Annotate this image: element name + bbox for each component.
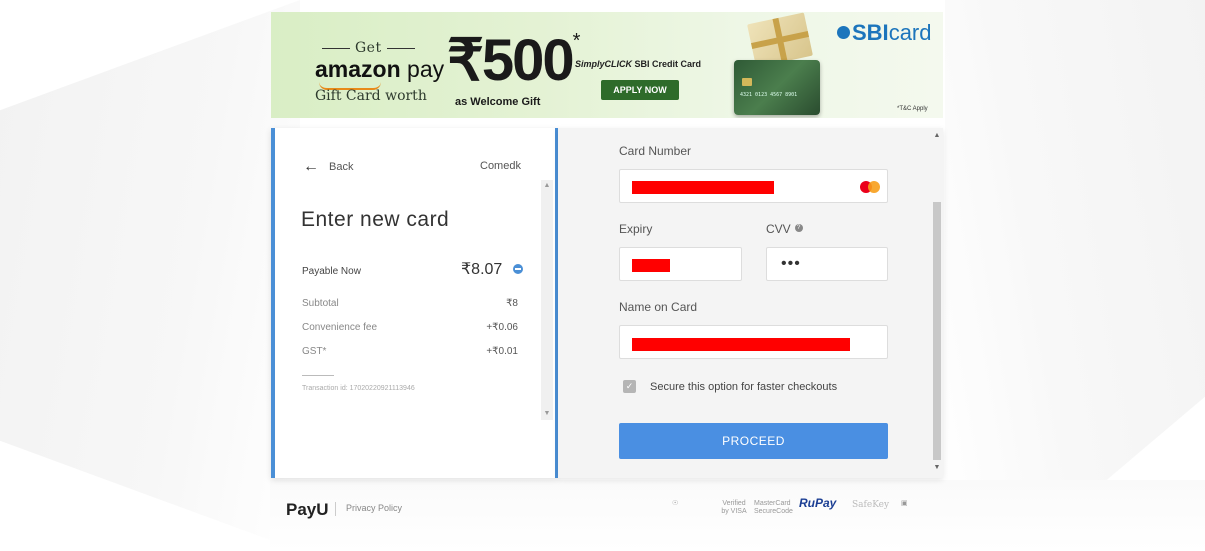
form-scrollbar[interactable]: ▲ ▼ bbox=[931, 132, 943, 474]
scroll-down-icon[interactable]: ▼ bbox=[541, 408, 553, 420]
order-summary-panel: ← Back Comedk Enter new card Payable Now… bbox=[271, 128, 558, 478]
banner-amount-asterisk: * bbox=[572, 30, 581, 52]
redaction-mark bbox=[632, 181, 774, 194]
scroll-up-icon[interactable]: ▲ bbox=[931, 132, 943, 142]
subtotal-value: ₹8 bbox=[506, 298, 518, 309]
cvv-label: CVV bbox=[766, 222, 791, 236]
pay-text: pay bbox=[400, 56, 445, 82]
banner-card-name-italic: SimplyCLICK bbox=[575, 59, 633, 69]
merchant-name: Comedk bbox=[480, 160, 521, 172]
transaction-id: Transaction id: 17020220921113946 bbox=[302, 385, 415, 392]
payu-logo: PayU bbox=[286, 500, 329, 520]
expiry-input[interactable] bbox=[619, 247, 742, 281]
rupay-badge: RuPay bbox=[799, 496, 837, 510]
collapse-details-icon[interactable] bbox=[513, 264, 523, 274]
payable-amount: ₹8.07 bbox=[461, 261, 503, 278]
name-on-card-input[interactable] bbox=[619, 325, 888, 359]
banner-get-text: Get bbox=[317, 40, 420, 56]
background-shape-left bbox=[0, 0, 300, 551]
cvv-label-group: CVV? bbox=[766, 222, 803, 236]
banner-amount: ₹500* bbox=[447, 26, 581, 94]
sbi-logo-icon bbox=[837, 25, 850, 39]
banner-amount-value: ₹500 bbox=[447, 28, 575, 93]
scrollbar-thumb[interactable] bbox=[933, 202, 941, 460]
mastercard-circle-orange bbox=[868, 181, 880, 193]
banner-giftcard-text: Gift Card worth bbox=[315, 88, 427, 104]
payable-label: Payable Now bbox=[302, 266, 361, 277]
gst-value: +₹0.01 bbox=[486, 346, 518, 357]
payu-logo-text: PayU bbox=[286, 500, 329, 519]
convenience-fee-label: Convenience fee bbox=[302, 322, 378, 333]
summary-scrollbar[interactable]: ▲ ▼ bbox=[541, 180, 553, 420]
sbi-logo-light: card bbox=[888, 20, 932, 45]
promo-banner[interactable]: Get amazon pay Gift Card worth ₹500* as … bbox=[271, 12, 943, 118]
card-chip-icon bbox=[742, 78, 752, 86]
save-card-checkbox[interactable]: ✓ bbox=[623, 380, 636, 393]
safekey-badge: SafeKey bbox=[852, 500, 890, 510]
back-label: Back bbox=[329, 161, 354, 173]
verified-by-visa-badge: Verified by VISA bbox=[721, 500, 747, 515]
pci-dss-icon: ▣ bbox=[901, 500, 908, 507]
back-button[interactable]: ← Back bbox=[303, 158, 353, 176]
scroll-down-icon[interactable]: ▼ bbox=[931, 464, 943, 474]
cvv-input[interactable]: ••• bbox=[766, 247, 888, 281]
mastercard-icon bbox=[860, 181, 882, 193]
amazon-pay-logo: amazon pay bbox=[315, 56, 444, 83]
scroll-up-icon[interactable]: ▲ bbox=[541, 180, 553, 192]
credit-card-image: 4321 0123 4567 8901 bbox=[734, 60, 820, 115]
summary-divider bbox=[302, 375, 334, 376]
convenience-fee-value: +₹0.06 bbox=[486, 322, 518, 333]
save-card-label: Secure this option for faster checkouts bbox=[650, 381, 838, 393]
sbi-card-logo: SBIcard bbox=[837, 20, 931, 46]
banner-tnc: *T&C Apply bbox=[897, 106, 928, 112]
background-shape-right bbox=[945, 0, 1205, 551]
card-number-graphic: 4321 0123 4567 8901 bbox=[740, 92, 798, 98]
expiry-label: Expiry bbox=[619, 222, 653, 236]
banner-card-name: SimplyCLICK SBI Credit Card bbox=[575, 59, 701, 69]
sbi-logo-bold: SBI bbox=[852, 20, 889, 45]
card-number-input[interactable] bbox=[619, 169, 888, 203]
card-form-panel: Card Number Expiry CVV? ••• Name on Card… bbox=[558, 128, 943, 478]
help-icon[interactable]: ? bbox=[794, 224, 803, 232]
secure-shield-icon: ☉ bbox=[672, 500, 679, 507]
mastercard-securecode-badge: MasterCard SecureCode bbox=[754, 500, 793, 515]
page-title: Enter new card bbox=[301, 208, 450, 231]
card-number-label: Card Number bbox=[619, 144, 692, 158]
banner-welcome-gift: as Welcome Gift bbox=[455, 96, 541, 108]
footer-divider bbox=[335, 502, 336, 516]
amazon-text: amazon bbox=[315, 56, 401, 82]
name-on-card-label: Name on Card bbox=[619, 300, 698, 314]
back-arrow-icon: ← bbox=[303, 158, 319, 175]
redaction-mark bbox=[632, 259, 670, 272]
cvv-value: ••• bbox=[781, 255, 801, 272]
redaction-mark bbox=[632, 338, 850, 351]
gst-label: GST* bbox=[302, 346, 327, 357]
apply-now-button[interactable]: APPLY NOW bbox=[601, 80, 679, 100]
proceed-button[interactable]: PROCEED bbox=[619, 423, 888, 459]
subtotal-label: Subtotal bbox=[302, 298, 339, 309]
privacy-policy-link[interactable]: Privacy Policy bbox=[346, 503, 402, 513]
banner-card-name-suffix: SBI Credit Card bbox=[632, 59, 702, 69]
